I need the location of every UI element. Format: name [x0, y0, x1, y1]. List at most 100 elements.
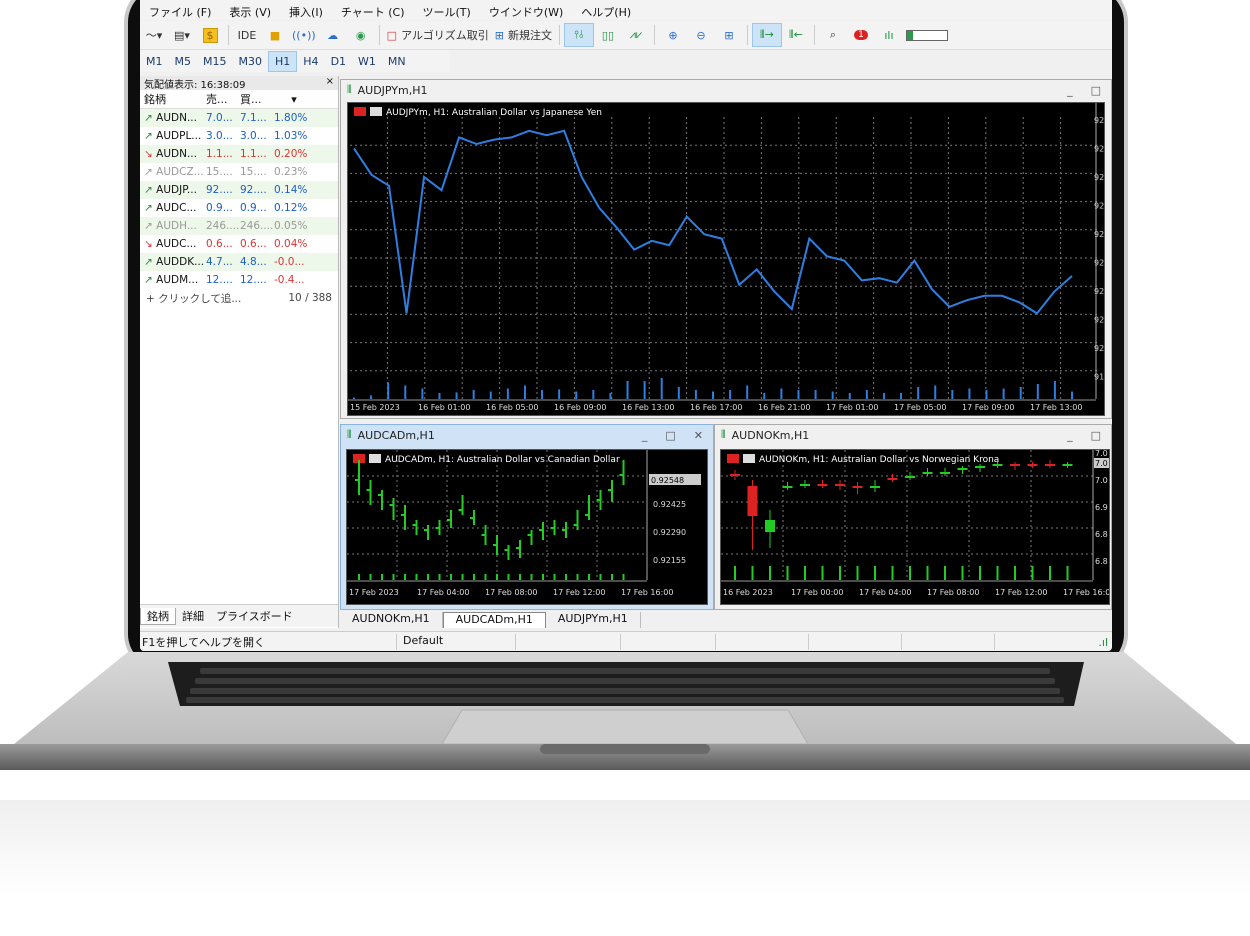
menu-insert[interactable]: 挿入(I) [280, 0, 332, 20]
chart-shift-icon[interactable]: ⫴← [782, 24, 810, 46]
table-row[interactable]: ↗ AUDM... 12.... 12.... -0.4... [140, 271, 338, 289]
ask-cell: 4.8... [240, 256, 267, 268]
change-cell: 0.14% [274, 184, 308, 196]
table-row[interactable]: ↗ AUDC... 0.9... 0.9... 0.12% [140, 199, 338, 217]
maximize-icon[interactable]: □ [665, 429, 675, 442]
close-icon[interactable]: ✕ [694, 429, 703, 442]
candle-body [782, 486, 793, 488]
ask-cell: 3.0... [240, 130, 267, 142]
table-row[interactable]: ↘ AUDN... 1.1... 1.1... 0.20% [140, 145, 338, 163]
chart-tabs: AUDNOKm,H1 AUDCADm,H1 AUDJPYm,H1 [340, 612, 1112, 628]
symbol-cell: ↗ AUDPL... [140, 130, 206, 142]
symbol-name: AUDM... [156, 274, 199, 286]
menu-tools[interactable]: ツール(T) [414, 0, 480, 20]
algo-trading-button[interactable]: □ アルゴリズム取引 [384, 24, 492, 46]
col-change-menu-icon[interactable]: ▾ [274, 93, 314, 106]
tab-price-board[interactable]: プライスボード [210, 608, 299, 624]
dollar-icon[interactable]: $ [196, 24, 224, 46]
line-chart-dropdown-icon[interactable]: 〜▾ [140, 24, 168, 46]
candle-body [852, 486, 863, 488]
briefcase-icon[interactable]: ■ [261, 24, 289, 46]
chart-window-title: AUDJPYm,H1 [357, 83, 428, 97]
connection-strength-icon: .ıl [1098, 635, 1108, 649]
table-row[interactable]: ↗ AUDJP... 92.... 92.... 0.14% [140, 181, 338, 199]
chart-header: AUDJPYm, H1: Australian Dollar vs Japane… [386, 108, 602, 118]
close-icon[interactable]: × [326, 76, 334, 90]
tab-symbols[interactable]: 銘柄 [140, 607, 176, 625]
symbol-cell: ↗ AUDJP... [140, 184, 206, 196]
notification-icon[interactable]: 1 [847, 24, 875, 46]
candlestick-icon[interactable]: ▯▯ [594, 24, 622, 46]
symbol-count: 10 / 388 [288, 292, 332, 304]
tf-m1[interactable]: M1 [140, 52, 169, 71]
tf-w1[interactable]: W1 [352, 52, 382, 71]
price-tag-label: 0.92548 [651, 476, 684, 485]
tab-details[interactable]: 詳細 [176, 608, 210, 624]
x-tick-label: 17 Feb 13:00 [1030, 403, 1082, 412]
menu-help[interactable]: ヘルプ(H) [572, 0, 640, 20]
signal-icon[interactable]: ((•)) [289, 24, 319, 46]
menu-file[interactable]: ファイル (F) [140, 0, 220, 20]
menu-window[interactable]: ウインドウ(W) [480, 0, 572, 20]
table-row[interactable]: ↗ AUDN... 7.0... 7.1... 1.80% [140, 109, 338, 127]
timeframe-bar: M1 M5 M15 M30 H1 H4 D1 W1 MN [140, 50, 450, 72]
chart-window-audnok[interactable]: ⫴ AUDNOKm,H1 _ □ AUDNOKm, H1: Australian … [714, 424, 1112, 610]
tf-m15[interactable]: M15 [197, 52, 233, 71]
col-symbol[interactable]: 銘柄 [140, 91, 206, 107]
chart-window-audjpy[interactable]: ⫴ AUDJPYm,H1 _ □ AUDJPYm, H1: Australian … [340, 79, 1112, 419]
candle-body [817, 484, 828, 486]
minimize-icon[interactable]: _ [642, 429, 648, 442]
bid-cell: 7.0... [206, 112, 233, 124]
table-row[interactable]: ↗ AUDH... 246.... 246.... 0.05% [140, 217, 338, 235]
grid-icon[interactable]: ⊞ [715, 24, 743, 46]
candle-body [1027, 464, 1038, 466]
ide-button[interactable]: IDE [233, 24, 261, 46]
maximize-icon[interactable]: □ [1091, 429, 1101, 442]
search-icon[interactable]: ⌕ [819, 24, 847, 46]
chart-plot-audnok[interactable]: AUDNOKm, H1: Australian Dollar vs Norweg… [720, 449, 1110, 605]
candle-body [975, 466, 985, 468]
chart-plot-audcad[interactable]: AUDCADm, H1: Australian Dollar vs Canadi… [346, 449, 708, 605]
new-order-button[interactable]: ⊞ 新規注文 [492, 24, 555, 46]
tf-h4[interactable]: H4 [297, 52, 324, 71]
minimize-icon[interactable]: _ [1067, 429, 1073, 442]
y-tick-label: 92 [1094, 344, 1104, 353]
zoom-in-icon[interactable]: ⊕ [659, 24, 687, 46]
tf-d1[interactable]: D1 [325, 52, 352, 71]
chart-plot-audjpy[interactable]: AUDJPYm, H1: Australian Dollar vs Japane… [347, 102, 1105, 416]
maximize-icon[interactable]: □ [1091, 84, 1101, 97]
col-ask[interactable]: 買... [240, 91, 274, 107]
chart-window-audcad[interactable]: ⫴ AUDCADm,H1 _ □ ✕ AUDCADm, H1: Australian… [340, 424, 714, 610]
tf-m5[interactable]: M5 [169, 52, 198, 71]
signal-strength-icon[interactable]: ılı [875, 24, 903, 46]
chart-tab-audjpy[interactable]: AUDJPYm,H1 [546, 612, 641, 628]
add-symbol-link[interactable]: + クリックして追... [146, 291, 241, 306]
col-bid[interactable]: 売... [206, 91, 240, 107]
trend-arrow-icon: ↗ [144, 256, 153, 268]
table-row[interactable]: ↗ AUDPL... 3.0... 3.0... 1.03% [140, 127, 338, 145]
candle-body [887, 478, 898, 480]
vps-icon[interactable]: ◉ [347, 24, 375, 46]
menu-view[interactable]: 表示 (V) [220, 0, 280, 20]
menu-chart[interactable]: チャート (C) [332, 0, 414, 20]
cloud-icon[interactable]: ☁ [319, 24, 347, 46]
tf-h1[interactable]: H1 [268, 50, 298, 72]
autoscroll-icon[interactable]: ⫴→ [751, 23, 782, 47]
bar-chart-icon[interactable]: ⫯⫰ [563, 23, 594, 47]
tf-mn[interactable]: MN [382, 52, 412, 71]
y-tick-label: 92 [1094, 173, 1104, 182]
chart-template-dropdown-icon[interactable]: ▤▾ [168, 24, 196, 46]
minimize-icon[interactable]: _ [1067, 84, 1073, 97]
symbol-cell: ↗ AUDM... [140, 274, 206, 286]
chart-tab-audcad[interactable]: AUDCADm,H1 [442, 612, 546, 628]
chart-header: AUDNOKm, H1: Australian Dollar vs Norweg… [759, 455, 999, 465]
table-row[interactable]: ↗ AUDDK... 4.7... 4.8... -0.0... [140, 253, 338, 271]
x-tick-label: 17 Feb 09:00 [962, 403, 1014, 412]
table-row[interactable]: ↗ AUDCZ... 15.... 15.... 0.23% [140, 163, 338, 181]
chart-tab-audnok[interactable]: AUDNOKm,H1 [340, 612, 443, 628]
zoom-out-icon[interactable]: ⊖ [687, 24, 715, 46]
tf-m30[interactable]: M30 [233, 52, 269, 71]
change-cell: 0.05% [274, 220, 308, 232]
table-row[interactable]: ↘ AUDC... 0.6... 0.6... 0.04% [140, 235, 338, 253]
line-chart-icon[interactable]: ⩘⩗ [622, 24, 650, 46]
